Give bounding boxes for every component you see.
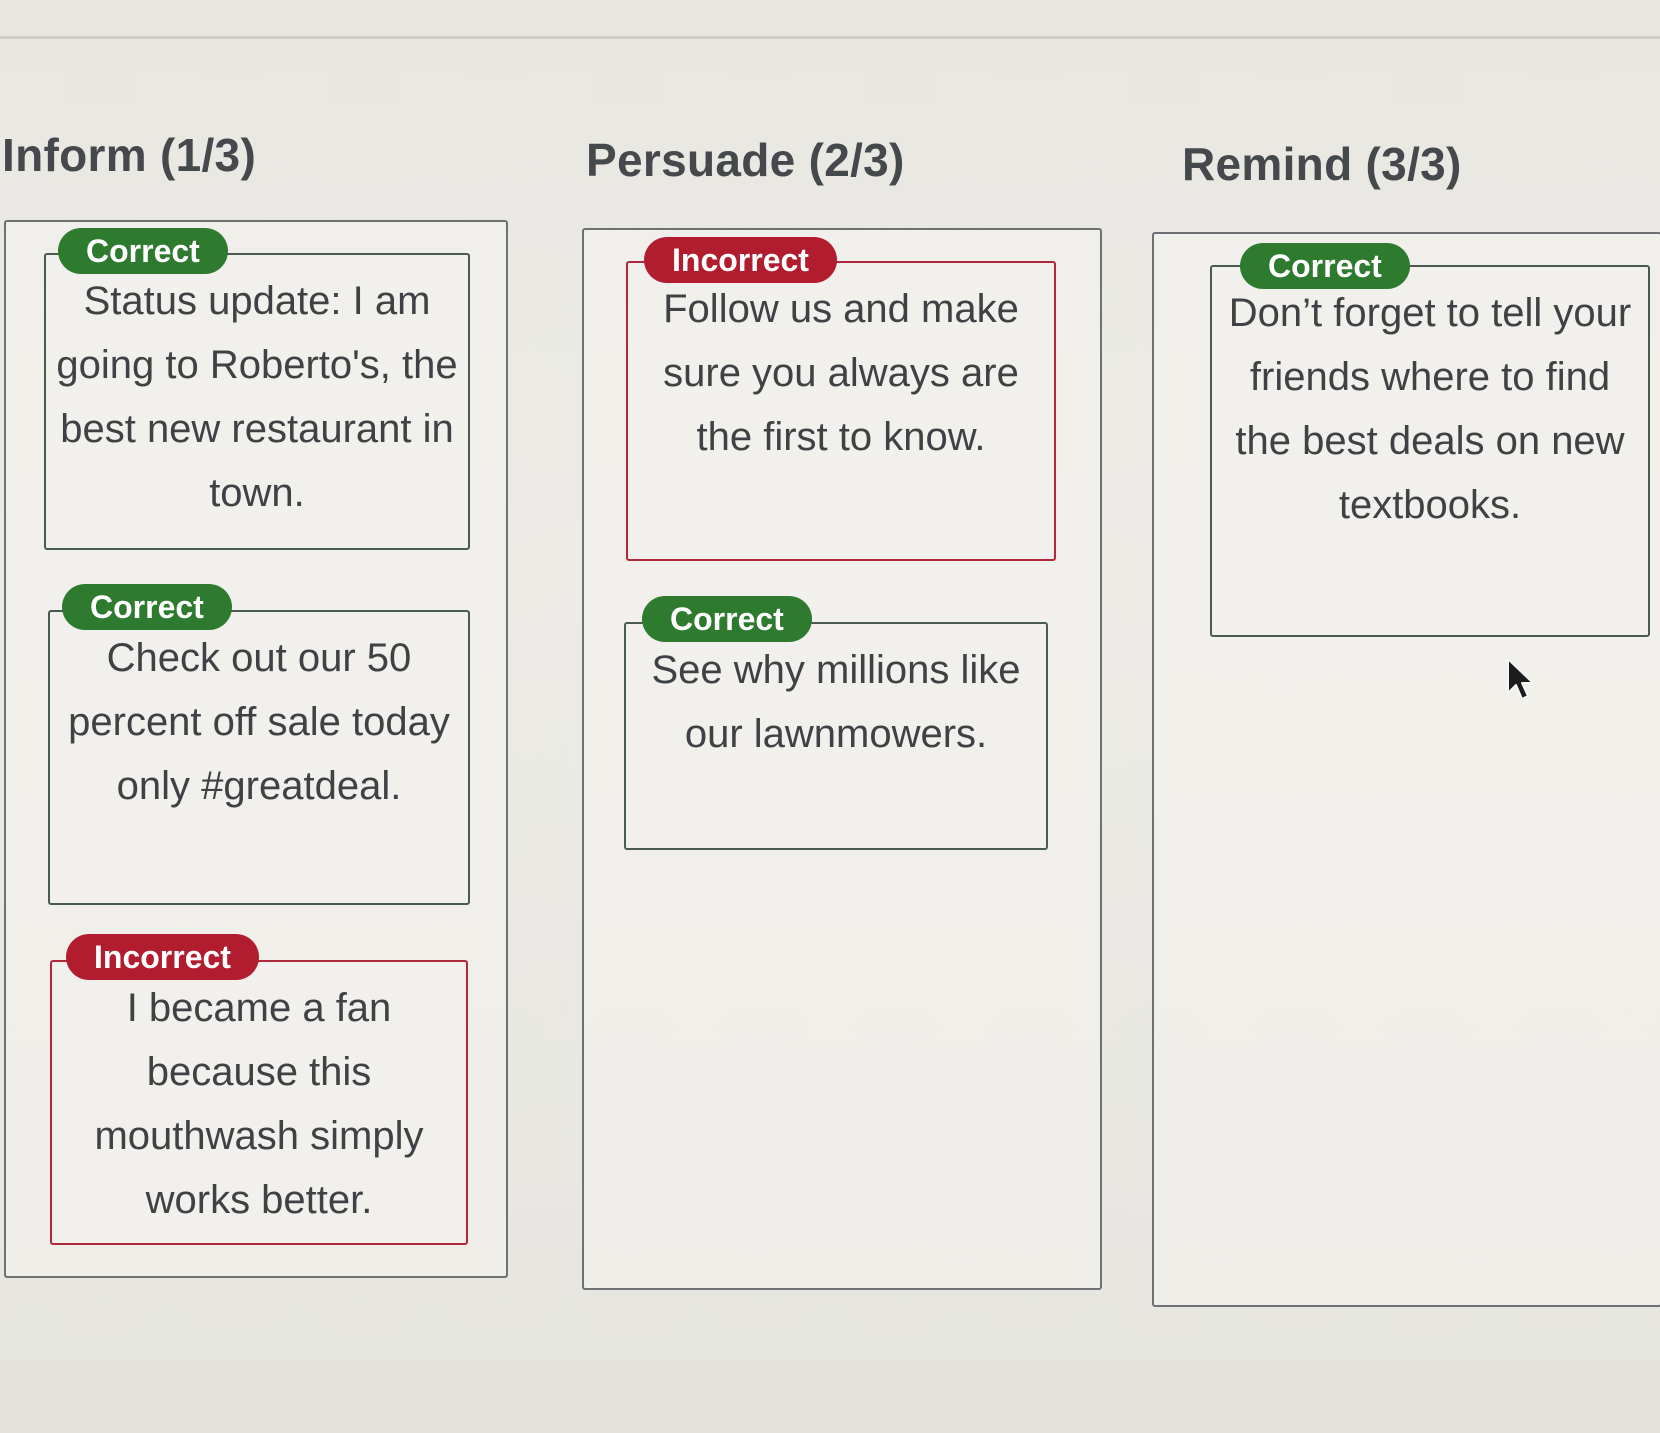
column-heading-remind: Remind (3/3) [1182,138,1462,190]
card-text: Don’t forget to tell your friends where … [1228,291,1632,527]
correct-badge: Correct [58,228,228,274]
card-text: I became a fan because this mouthwash si… [94,986,424,1222]
page-footer-area [0,1360,1660,1433]
top-divider [0,36,1660,39]
correct-badge: Correct [642,596,812,642]
column-heading-inform: Inform (1/3) [2,129,257,181]
card-text: Follow us and make sure you always are t… [663,287,1019,459]
answer-card-persuade-1[interactable]: Follow us and make sure you always are t… [626,261,1056,561]
incorrect-badge: Incorrect [644,237,837,283]
card-text: See why millions like our lawnmowers. [651,648,1021,756]
correct-badge: Correct [62,584,232,630]
answer-card-inform-3[interactable]: I became a fan because this mouthwash si… [50,960,468,1245]
card-text: Status update: I am going to Roberto's, … [56,279,458,515]
answer-card-inform-1[interactable]: Status update: I am going to Roberto's, … [44,253,470,550]
answer-card-remind-1[interactable]: Don’t forget to tell your friends where … [1210,265,1650,637]
mouse-pointer-icon [1507,658,1534,700]
answer-card-persuade-2[interactable]: See why millions like our lawnmowers. [624,622,1048,850]
card-text: Check out our 50 percent off sale today … [68,636,450,808]
incorrect-badge: Incorrect [66,934,259,980]
column-heading-persuade: Persuade (2/3) [586,134,905,186]
correct-badge: Correct [1240,243,1410,289]
answer-card-inform-2[interactable]: Check out our 50 percent off sale today … [48,610,470,905]
